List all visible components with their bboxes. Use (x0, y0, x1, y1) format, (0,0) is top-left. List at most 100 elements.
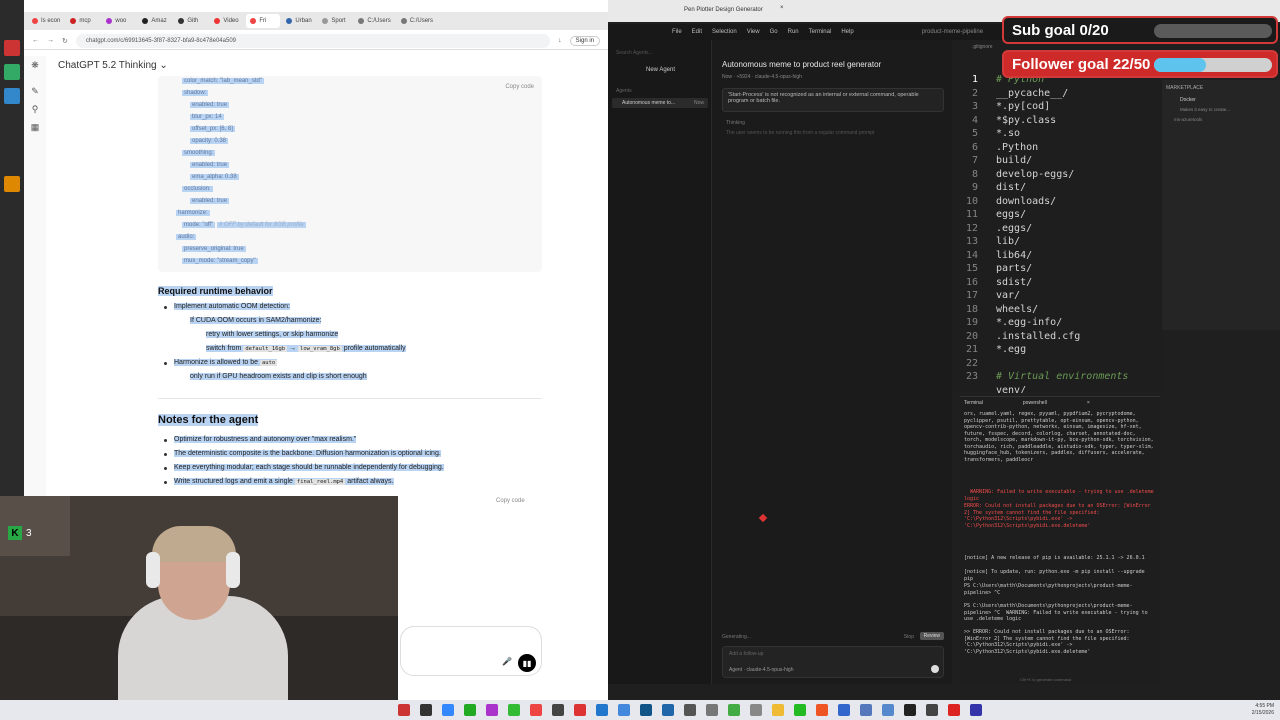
taskbar-app-icon[interactable] (728, 704, 740, 716)
model-selector[interactable]: ChatGPT 5.2 Thinking ⌄ (58, 60, 168, 71)
code-editor[interactable]: .gitignore 1 2 3 4 5 6 7 8 9 10 11 12 13 14 15 16 17 18 19… (952, 40, 1162, 393)
thinking-text: The user seems to be running this from a… (726, 130, 875, 136)
taskbar-app-icon[interactable] (398, 704, 410, 716)
line-number: 20 (965, 330, 978, 342)
desktop-shortcut-icon[interactable] (4, 176, 20, 192)
menu-run[interactable]: Run (788, 29, 799, 35)
taskbar-app-icon[interactable] (530, 704, 542, 716)
followup-input[interactable]: Add a follow-up Agent · claude-4.5-opus-… (722, 646, 944, 678)
agent-list-item[interactable]: Autonomous meme to... Now (612, 98, 708, 108)
taskbar-app-icon[interactable] (442, 704, 454, 716)
taskbar-app-icon[interactable] (816, 704, 828, 716)
copy-code-button[interactable]: Copy code (505, 84, 534, 90)
download-icon[interactable]: ↓ (558, 37, 562, 44)
close-icon[interactable]: × (780, 5, 784, 11)
browser-tab[interactable]: Is econ (28, 14, 64, 28)
chatgpt-logo-icon[interactable]: ❋ (30, 60, 40, 70)
taskbar-app-icon[interactable] (882, 704, 894, 716)
chevron-down-icon: ⌄ (159, 60, 168, 71)
taskbar-app-icon[interactable] (486, 704, 498, 716)
window-tab-title[interactable]: Pen Plotter Design Generator (684, 7, 763, 13)
taskbar-app-icon[interactable] (618, 704, 630, 716)
menu-edit[interactable]: Edit (692, 29, 702, 35)
browser-tab[interactable]: Video (210, 14, 244, 28)
line-number: 8 (971, 168, 978, 180)
taskbar-app-icon[interactable] (552, 704, 564, 716)
menu-selection[interactable]: Selection (712, 29, 737, 35)
taskbar-app-icon[interactable] (750, 704, 762, 716)
browser-tab[interactable]: C:/Users (397, 14, 437, 28)
editor-tab[interactable]: .gitignore (972, 44, 993, 50)
tab-favicon-icon (142, 18, 149, 24)
taskbar-app-icon[interactable] (794, 704, 806, 716)
voice-mode-button[interactable]: ▮▮ (518, 654, 536, 672)
taskbar-app-icon[interactable] (596, 704, 608, 716)
sign-in-button[interactable]: Sign in (569, 35, 600, 46)
code-line: blur_px: 14 (190, 114, 224, 120)
browser-tab[interactable]: C:/Users (354, 14, 394, 28)
new-agent-button[interactable]: New Agent (646, 67, 675, 73)
reload-icon[interactable]: ↻ (62, 37, 68, 45)
url-field[interactable]: chatgpt.com/c/69913645-3f87-8327-bfa9-8c… (75, 33, 551, 48)
extensions-panel: MARKETPLACE Docker Makes it easy to crea… (1162, 80, 1280, 330)
microphone-icon[interactable]: 🎤 (502, 657, 512, 666)
search-agents-input[interactable]: Search Agents... (616, 50, 653, 56)
editor-code-line: # Virtual environments (996, 371, 1129, 382)
forward-icon[interactable]: → (47, 37, 54, 44)
search-icon[interactable]: ⚲ (30, 104, 40, 114)
terminal-panel[interactable]: Terminal powershell × ors, ruamel.yaml, … (960, 396, 1160, 684)
terminal-shell-selector[interactable]: powershell (1023, 400, 1047, 406)
taskbar-app-icon[interactable] (860, 704, 872, 716)
desktop-shortcut-icon[interactable] (4, 64, 20, 80)
taskbar-app-icon[interactable] (772, 704, 784, 716)
taskbar-app-icon[interactable] (420, 704, 432, 716)
browser-tab[interactable]: Urban (282, 14, 316, 28)
menu-file[interactable]: File (672, 29, 682, 35)
code-line: occlusion: (182, 186, 213, 192)
agent-mode-selector[interactable]: Agent · claude-4.5-opus-high (729, 667, 794, 673)
back-icon[interactable]: ← (32, 37, 39, 44)
agent-chat-panel: Autonomous meme to product reel generato… (712, 40, 952, 684)
desktop-shortcut-icon[interactable] (4, 88, 20, 104)
taskbar-app-icon[interactable] (948, 704, 960, 716)
input-placeholder: Add a follow-up (729, 651, 764, 657)
taskbar-app-icon[interactable] (706, 704, 718, 716)
browser-tab-active[interactable]: Fri (246, 14, 281, 28)
taskbar-app-icon[interactable] (464, 704, 476, 716)
browser-tab[interactable]: woo (102, 14, 136, 28)
library-icon[interactable]: ▦ (30, 122, 40, 132)
desktop-shortcut-icon[interactable] (4, 40, 20, 56)
taskbar-app-icon[interactable] (904, 704, 916, 716)
taskbar-app-icon[interactable] (838, 704, 850, 716)
close-icon[interactable]: × (1087, 400, 1090, 406)
browser-tab[interactable]: Amaz (138, 14, 172, 28)
taskbar-app-icon[interactable] (926, 704, 938, 716)
tab-label: mcp (79, 18, 91, 24)
taskbar-app-icon[interactable] (662, 704, 674, 716)
stop-button[interactable]: Stop (904, 634, 914, 640)
taskbar-app-icon[interactable] (684, 704, 696, 716)
send-icon[interactable] (931, 665, 939, 673)
taskbar-app-icon[interactable] (508, 704, 520, 716)
review-button[interactable]: Review (919, 632, 944, 640)
tab-favicon-icon (32, 18, 38, 24)
menu-help[interactable]: Help (841, 29, 853, 35)
new-chat-icon[interactable]: ✎ (30, 86, 40, 96)
thinking-label[interactable]: Thinking (726, 120, 745, 126)
taskbar-app-icon[interactable] (970, 704, 982, 716)
editor-code-line: dist/ (996, 182, 1027, 193)
menu-terminal[interactable]: Terminal (809, 29, 832, 35)
tab-favicon-icon (400, 18, 407, 24)
browser-tab[interactable]: mcp (66, 14, 100, 28)
menu-go[interactable]: Go (770, 29, 778, 35)
system-clock[interactable]: 4:55 PM 2/15/2026 (1252, 703, 1274, 717)
code-comment: # OFF by default for 8GB profile (216, 222, 306, 228)
taskbar-app-icon[interactable] (640, 704, 652, 716)
terminal-tab[interactable]: Terminal (964, 400, 983, 406)
taskbar-app-icon[interactable] (574, 704, 586, 716)
menu-view[interactable]: View (747, 29, 760, 35)
copy-code-button[interactable]: Copy code (496, 498, 525, 504)
extension-name[interactable]: Docker (1180, 97, 1196, 103)
browser-tab[interactable]: Gith (174, 14, 208, 28)
browser-tab[interactable]: Sport (318, 14, 352, 28)
